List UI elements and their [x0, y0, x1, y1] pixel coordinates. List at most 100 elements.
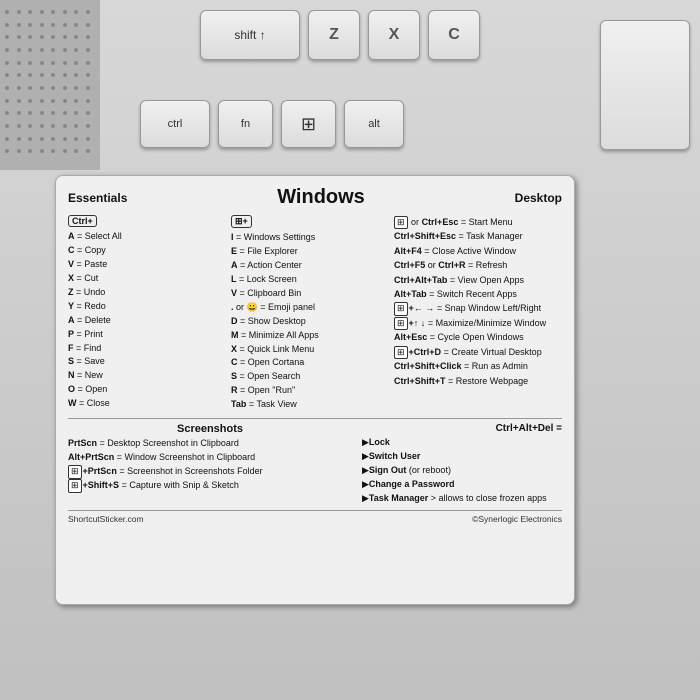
speaker-dot — [63, 111, 67, 115]
speaker-dot — [86, 111, 90, 115]
speaker-dot — [17, 124, 21, 128]
shift-key[interactable]: shift ↑ — [200, 10, 300, 60]
speaker-dot — [86, 23, 90, 27]
speaker-dot — [63, 35, 67, 39]
speaker-dot — [40, 10, 44, 14]
speaker-dot — [17, 73, 21, 77]
ctrl-label: Ctrl+ — [68, 215, 223, 230]
speaker-dot — [63, 149, 67, 153]
essentials-list: A = Select All C = Copy V = Paste X = Cu… — [68, 230, 223, 411]
right-key — [600, 20, 690, 150]
alt-key[interactable]: alt — [344, 100, 404, 148]
speaker-dot — [5, 73, 9, 77]
speaker-dot — [40, 61, 44, 65]
desktop-column: ⊞ or Ctrl+Esc = Start Menu Ctrl+Shift+Es… — [394, 215, 562, 412]
speaker-dot — [63, 99, 67, 103]
speaker-grille: // Will be rendered via JS below — [0, 0, 100, 170]
speaker-dot — [17, 35, 21, 39]
speaker-dot — [28, 111, 32, 115]
speaker-dot — [5, 86, 9, 90]
speaker-dot — [5, 35, 9, 39]
speaker-dot — [86, 137, 90, 141]
speaker-dot — [40, 149, 44, 153]
speaker-dot — [28, 61, 32, 65]
sticker-header: Essentials Windows Desktop — [68, 186, 562, 209]
speaker-dot — [28, 137, 32, 141]
speaker-dot — [28, 99, 32, 103]
sticker-body: Ctrl+ A = Select All C = Copy V = Paste … — [68, 215, 562, 412]
speaker-dot — [51, 61, 55, 65]
speaker-dot — [17, 99, 21, 103]
speaker-dot — [86, 99, 90, 103]
screenshots-header: Screenshots PrtScn = Desktop Screenshot … — [68, 423, 562, 506]
desktop-title: Desktop — [515, 191, 562, 205]
speaker-dot — [63, 10, 67, 14]
speaker-dot — [5, 111, 9, 115]
shift-label: shift ↑ — [234, 28, 265, 42]
speaker-dot — [86, 10, 90, 14]
c-key[interactable]: C — [428, 10, 480, 60]
x-key[interactable]: X — [368, 10, 420, 60]
sticker-footer: ShortcutSticker.com ©Synerlogic Electron… — [68, 510, 562, 524]
speaker-dot — [5, 48, 9, 52]
win-shortcuts-list: I = Windows Settings E = File Explorer A… — [231, 231, 386, 412]
speaker-dot — [28, 35, 32, 39]
speaker-dot — [28, 124, 32, 128]
speaker-dot — [74, 124, 78, 128]
speaker-dot — [5, 23, 9, 27]
speaker-dot — [28, 48, 32, 52]
screenshots-title: Screenshots — [68, 423, 352, 435]
speaker-dot — [40, 124, 44, 128]
keyboard-background: // Will be rendered via JS below shift ↑… — [0, 0, 700, 700]
speaker-dot — [28, 73, 32, 77]
speaker-dot — [63, 137, 67, 141]
speaker-dot — [74, 149, 78, 153]
speaker-dot — [17, 10, 21, 14]
ctrl-alt-del-title: Ctrl+Alt+Del = — [362, 423, 562, 434]
speaker-dot — [40, 86, 44, 90]
win-label: ⊞+ — [231, 215, 386, 231]
speaker-dot — [63, 23, 67, 27]
speaker-dot — [40, 99, 44, 103]
speaker-dot — [5, 137, 9, 141]
speaker-dot — [17, 48, 21, 52]
speaker-dot — [17, 137, 21, 141]
z-key[interactable]: Z — [308, 10, 360, 60]
speaker-dot — [51, 111, 55, 115]
win-key[interactable]: ⊞ — [281, 100, 336, 148]
shortcut-sticker: Essentials Windows Desktop Ctrl+ A = Sel… — [55, 175, 575, 605]
speaker-dot — [86, 149, 90, 153]
speaker-dot — [17, 61, 21, 65]
speaker-dot — [51, 23, 55, 27]
speaker-dot — [40, 73, 44, 77]
speaker-dot — [74, 48, 78, 52]
speaker-dot — [74, 23, 78, 27]
speaker-dot — [86, 124, 90, 128]
speaker-dot — [28, 23, 32, 27]
speaker-dot — [28, 86, 32, 90]
speaker-dot — [51, 10, 55, 14]
screenshots-left: Screenshots PrtScn = Desktop Screenshot … — [68, 423, 352, 493]
speaker-dot — [63, 86, 67, 90]
speaker-dot — [40, 23, 44, 27]
fn-key[interactable]: fn — [218, 100, 273, 148]
speaker-dot — [5, 10, 9, 14]
speaker-dot — [86, 35, 90, 39]
speaker-dot — [51, 137, 55, 141]
ctrl-alt-del-section: Ctrl+Alt+Del = ▶Lock ▶Switch User ▶Sign … — [362, 423, 562, 506]
ctrl-key[interactable]: ctrl — [140, 100, 210, 148]
speaker-dot — [63, 124, 67, 128]
speaker-dot — [40, 137, 44, 141]
speaker-dot — [40, 35, 44, 39]
speaker-dot — [51, 86, 55, 90]
speaker-dot — [17, 149, 21, 153]
speaker-dot — [74, 73, 78, 77]
speaker-dot — [86, 48, 90, 52]
speaker-dot — [40, 48, 44, 52]
speaker-dot — [74, 86, 78, 90]
speaker-dot — [74, 137, 78, 141]
speaker-dot — [5, 61, 9, 65]
speaker-dot — [63, 73, 67, 77]
speaker-dot — [74, 99, 78, 103]
speaker-dot — [5, 99, 9, 103]
